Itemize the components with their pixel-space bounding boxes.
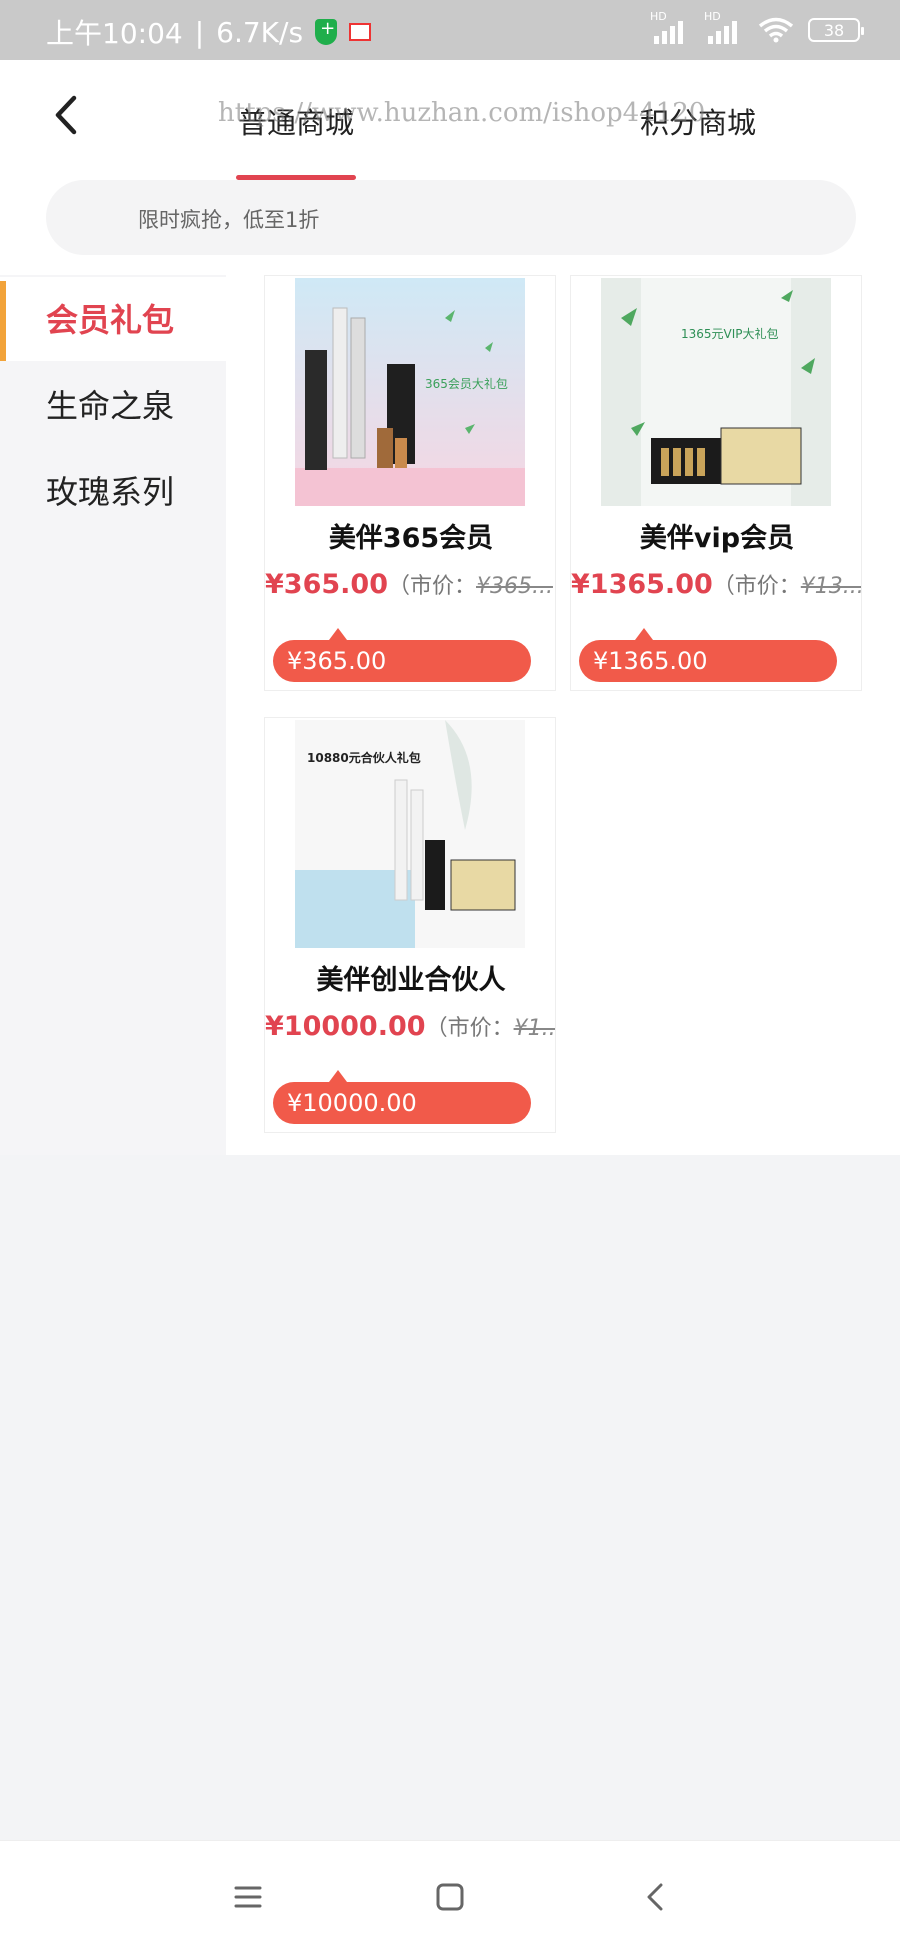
status-right: HD HD 38 <box>650 10 864 44</box>
system-nav-bar <box>0 1840 900 1950</box>
product-price-row: ¥365.00（市价：¥365... <box>265 568 555 600</box>
category-sidebar: 会员礼包 生命之泉 玫瑰系列 <box>0 275 226 1155</box>
product-card[interactable]: 1365元VIP大礼包 美伴vip会员 ¥1365.00（市价：¥13... ¥… <box>570 275 862 691</box>
sidebar-item-member-gift[interactable]: 会员礼包 <box>0 277 226 361</box>
image-caption: 10880元合伙人礼包 <box>307 750 421 765</box>
buy-price-button[interactable]: ¥10000.00 <box>273 1070 531 1124</box>
product-name: 美伴vip会员 <box>639 523 795 554</box>
sidebar-item-life-spring[interactable]: 生命之泉 <box>0 363 226 447</box>
sidebar-item-label: 会员礼包 <box>46 301 175 339</box>
market-price: ¥365... <box>476 574 553 599</box>
status-left: 上午10:04 | 6.7K/s <box>46 12 372 52</box>
product-name: 美伴365会员 <box>328 523 494 554</box>
battery-icon: 38 <box>808 18 864 42</box>
buy-price-button[interactable]: ¥1365.00 <box>579 628 837 682</box>
status-network-speed: 6.7K/s <box>216 15 304 49</box>
product-image[interactable]: 365会员大礼包 <box>295 278 525 506</box>
product-price: ¥365.00 <box>265 569 388 600</box>
signal-icon: HD <box>650 10 690 44</box>
product-card[interactable]: 10880元合伙人礼包 美伴创业合伙人 ¥10000.00（市价：¥1... ¥… <box>264 717 556 1133</box>
signal-icon-2: HD <box>704 10 744 44</box>
product-price: ¥1365.00 <box>571 569 713 600</box>
market-price-label: （市价： <box>387 574 476 599</box>
back-button[interactable] <box>48 90 88 140</box>
notification-app-icon <box>349 23 372 41</box>
product-grid: 365会员大礼包 美伴365会员 ¥365.00（市价：¥365... ¥365… <box>226 275 900 1155</box>
product-price: ¥10000.00 <box>265 1011 426 1042</box>
chevron-left-icon <box>55 95 77 135</box>
status-divider: | <box>194 15 205 49</box>
search-section: 限时疯抢，低至1折 <box>0 180 900 275</box>
sidebar-item-label: 生命之泉 <box>46 387 175 425</box>
market-price-label: （市价： <box>425 1016 514 1041</box>
product-price-row: ¥10000.00（市价：¥1... <box>265 1010 555 1042</box>
security-shield-icon <box>315 18 338 45</box>
product-image[interactable]: 1365元VIP大礼包 <box>601 278 831 506</box>
market-price-label: （市价： <box>712 574 801 599</box>
battery-level: 38 <box>823 20 845 40</box>
product-name: 美伴创业合伙人 <box>316 965 506 996</box>
sidebar-item-label: 玫瑰系列 <box>46 473 175 511</box>
image-caption: 1365元VIP大礼包 <box>681 326 779 341</box>
back-nav-icon[interactable] <box>636 1877 676 1917</box>
search-input[interactable]: 限时疯抢，低至1折 <box>46 180 856 255</box>
search-placeholder: 限时疯抢，低至1折 <box>138 208 320 232</box>
wifi-icon <box>758 17 794 43</box>
status-time: 上午10:04 <box>46 17 183 50</box>
product-price-row: ¥1365.00（市价：¥13... <box>571 568 861 600</box>
home-icon[interactable] <box>430 1877 470 1917</box>
market-price: ¥13... <box>800 574 861 599</box>
watermark-text: https://www.huzhan.com/ishop44120 <box>218 98 706 128</box>
product-card[interactable]: 365会员大礼包 美伴365会员 ¥365.00（市价：¥365... ¥365… <box>264 275 556 691</box>
app-header: 普通商城 积分商城 https://www.huzhan.com/ishop44… <box>0 60 900 180</box>
status-bar: 上午10:04 | 6.7K/s HD HD 38 <box>0 0 900 60</box>
product-image[interactable]: 10880元合伙人礼包 <box>295 720 525 948</box>
sidebar-item-rose-series[interactable]: 玫瑰系列 <box>0 449 226 533</box>
market-price: ¥1... <box>513 1016 555 1041</box>
image-caption: 365会员大礼包 <box>425 376 508 391</box>
buy-price-button[interactable]: ¥365.00 <box>273 628 531 682</box>
menu-icon[interactable] <box>228 1877 268 1917</box>
